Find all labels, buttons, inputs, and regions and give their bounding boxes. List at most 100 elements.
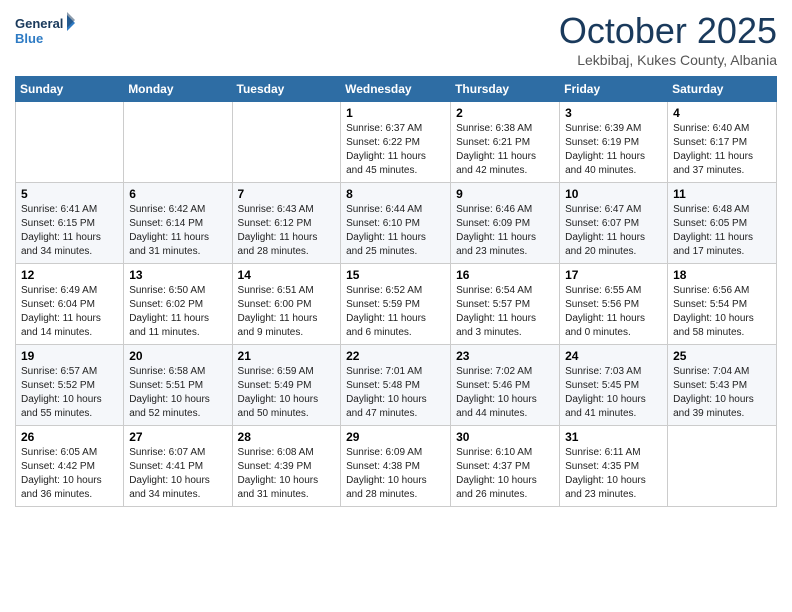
day-number: 27: [129, 430, 226, 444]
day-number: 25: [673, 349, 771, 363]
col-wednesday: Wednesday: [341, 77, 451, 102]
day-number: 20: [129, 349, 226, 363]
day-info: Sunrise: 6:08 AM Sunset: 4:39 PM Dayligh…: [238, 446, 336, 502]
day-number: 5: [21, 187, 118, 201]
day-info: Sunrise: 6:05 AM Sunset: 4:42 PM Dayligh…: [21, 446, 118, 502]
day-number: 3: [565, 106, 662, 120]
day-number: 16: [456, 268, 554, 282]
calendar-week-row: 26 Sunrise: 6:05 AM Sunset: 4:42 PM Dayli…: [16, 426, 777, 507]
calendar-cell: 3 Sunrise: 6:39 AM Sunset: 6:19 PM Daylig…: [560, 102, 668, 183]
day-number: 11: [673, 187, 771, 201]
day-info: Sunrise: 6:44 AM Sunset: 6:10 PM Dayligh…: [346, 203, 445, 259]
day-number: 9: [456, 187, 554, 201]
day-info: Sunrise: 6:54 AM Sunset: 5:57 PM Dayligh…: [456, 284, 554, 340]
day-info: Sunrise: 6:42 AM Sunset: 6:14 PM Dayligh…: [129, 203, 226, 259]
day-info: Sunrise: 6:57 AM Sunset: 5:52 PM Dayligh…: [21, 365, 118, 421]
day-number: 28: [238, 430, 336, 444]
day-number: 1: [346, 106, 445, 120]
day-number: 17: [565, 268, 662, 282]
title-block: October 2025 Lekbibaj, Kukes County, Alb…: [559, 10, 777, 68]
svg-text:Blue: Blue: [15, 31, 43, 46]
calendar-week-row: 19 Sunrise: 6:57 AM Sunset: 5:52 PM Dayli…: [16, 345, 777, 426]
day-number: 19: [21, 349, 118, 363]
calendar-cell: 16 Sunrise: 6:54 AM Sunset: 5:57 PM Dayli…: [451, 264, 560, 345]
calendar-cell: 17 Sunrise: 6:55 AM Sunset: 5:56 PM Dayli…: [560, 264, 668, 345]
calendar-cell: 10 Sunrise: 6:47 AM Sunset: 6:07 PM Dayli…: [560, 183, 668, 264]
calendar-week-row: 5Sunrise: 6:41 AM Sunset: 6:15 PM Daylig…: [16, 183, 777, 264]
day-info: Sunrise: 7:04 AM Sunset: 5:43 PM Dayligh…: [673, 365, 771, 421]
calendar-cell: 4 Sunrise: 6:40 AM Sunset: 6:17 PM Daylig…: [668, 102, 777, 183]
day-number: 13: [129, 268, 226, 282]
calendar-cell: 23Sunrise: 7:02 AM Sunset: 5:46 PM Dayli…: [451, 345, 560, 426]
calendar-cell: 25 Sunrise: 7:04 AM Sunset: 5:43 PM Dayli…: [668, 345, 777, 426]
calendar-cell: 13Sunrise: 6:50 AM Sunset: 6:02 PM Dayli…: [124, 264, 232, 345]
logo-svg: General Blue: [15, 10, 75, 50]
day-number: 7: [238, 187, 336, 201]
day-info: Sunrise: 6:38 AM Sunset: 6:21 PM Dayligh…: [456, 122, 554, 178]
day-number: 6: [129, 187, 226, 201]
page-container: General Blue October 2025 Lekbibaj, Kuke…: [0, 0, 792, 517]
day-number: 10: [565, 187, 662, 201]
calendar-cell: 9 Sunrise: 6:46 AM Sunset: 6:09 PM Daylig…: [451, 183, 560, 264]
calendar-cell: 30 Sunrise: 6:10 AM Sunset: 4:37 PM Dayli…: [451, 426, 560, 507]
day-info: Sunrise: 6:07 AM Sunset: 4:41 PM Dayligh…: [129, 446, 226, 502]
calendar-cell: 7 Sunrise: 6:43 AM Sunset: 6:12 PM Daylig…: [232, 183, 341, 264]
calendar-cell: 5Sunrise: 6:41 AM Sunset: 6:15 PM Daylig…: [16, 183, 124, 264]
calendar-cell: 26 Sunrise: 6:05 AM Sunset: 4:42 PM Dayli…: [16, 426, 124, 507]
day-info: Sunrise: 6:52 AM Sunset: 5:59 PM Dayligh…: [346, 284, 445, 340]
day-info: Sunrise: 6:43 AM Sunset: 6:12 PM Dayligh…: [238, 203, 336, 259]
calendar-header-row: Sunday Monday Tuesday Wednesday Thursday…: [16, 77, 777, 102]
day-number: 30: [456, 430, 554, 444]
calendar-cell: [668, 426, 777, 507]
calendar-cell: 21 Sunrise: 6:59 AM Sunset: 5:49 PM Dayli…: [232, 345, 341, 426]
col-thursday: Thursday: [451, 77, 560, 102]
day-info: Sunrise: 6:40 AM Sunset: 6:17 PM Dayligh…: [673, 122, 771, 178]
day-info: Sunrise: 6:56 AM Sunset: 5:54 PM Dayligh…: [673, 284, 771, 340]
day-info: Sunrise: 6:37 AM Sunset: 6:22 PM Dayligh…: [346, 122, 445, 178]
day-info: Sunrise: 6:58 AM Sunset: 5:51 PM Dayligh…: [129, 365, 226, 421]
calendar-cell: 11 Sunrise: 6:48 AM Sunset: 6:05 PM Dayli…: [668, 183, 777, 264]
col-friday: Friday: [560, 77, 668, 102]
day-info: Sunrise: 6:49 AM Sunset: 6:04 PM Dayligh…: [21, 284, 118, 340]
day-info: Sunrise: 6:10 AM Sunset: 4:37 PM Dayligh…: [456, 446, 554, 502]
day-info: Sunrise: 6:48 AM Sunset: 6:05 PM Dayligh…: [673, 203, 771, 259]
calendar-cell: [232, 102, 341, 183]
col-monday: Monday: [124, 77, 232, 102]
calendar-cell: [124, 102, 232, 183]
col-tuesday: Tuesday: [232, 77, 341, 102]
day-number: 2: [456, 106, 554, 120]
day-number: 24: [565, 349, 662, 363]
day-info: Sunrise: 7:01 AM Sunset: 5:48 PM Dayligh…: [346, 365, 445, 421]
calendar-cell: 22 Sunrise: 7:01 AM Sunset: 5:48 PM Dayli…: [341, 345, 451, 426]
calendar-cell: 31Sunrise: 6:11 AM Sunset: 4:35 PM Dayli…: [560, 426, 668, 507]
calendar-table: Sunday Monday Tuesday Wednesday Thursday…: [15, 76, 777, 507]
calendar-cell: 29 Sunrise: 6:09 AM Sunset: 4:38 PM Dayli…: [341, 426, 451, 507]
day-number: 31: [565, 430, 662, 444]
day-info: Sunrise: 6:55 AM Sunset: 5:56 PM Dayligh…: [565, 284, 662, 340]
calendar-cell: 24 Sunrise: 7:03 AM Sunset: 5:45 PM Dayli…: [560, 345, 668, 426]
calendar-cell: 20 Sunrise: 6:58 AM Sunset: 5:51 PM Dayli…: [124, 345, 232, 426]
day-info: Sunrise: 6:46 AM Sunset: 6:09 PM Dayligh…: [456, 203, 554, 259]
day-number: 15: [346, 268, 445, 282]
day-info: Sunrise: 6:09 AM Sunset: 4:38 PM Dayligh…: [346, 446, 445, 502]
day-info: Sunrise: 7:03 AM Sunset: 5:45 PM Dayligh…: [565, 365, 662, 421]
day-info: Sunrise: 6:47 AM Sunset: 6:07 PM Dayligh…: [565, 203, 662, 259]
day-number: 8: [346, 187, 445, 201]
month-title: October 2025: [559, 10, 777, 52]
calendar-cell: 19 Sunrise: 6:57 AM Sunset: 5:52 PM Dayli…: [16, 345, 124, 426]
day-number: 14: [238, 268, 336, 282]
day-info: Sunrise: 6:39 AM Sunset: 6:19 PM Dayligh…: [565, 122, 662, 178]
day-number: 23: [456, 349, 554, 363]
day-info: Sunrise: 6:51 AM Sunset: 6:00 PM Dayligh…: [238, 284, 336, 340]
calendar-cell: 2 Sunrise: 6:38 AM Sunset: 6:21 PM Daylig…: [451, 102, 560, 183]
day-info: Sunrise: 6:59 AM Sunset: 5:49 PM Dayligh…: [238, 365, 336, 421]
day-number: 22: [346, 349, 445, 363]
day-number: 18: [673, 268, 771, 282]
calendar-week-row: 1 Sunrise: 6:37 AM Sunset: 6:22 PM Daylig…: [16, 102, 777, 183]
day-number: 26: [21, 430, 118, 444]
day-number: 4: [673, 106, 771, 120]
header: General Blue October 2025 Lekbibaj, Kuke…: [15, 10, 777, 68]
day-number: 21: [238, 349, 336, 363]
calendar-cell: 28 Sunrise: 6:08 AM Sunset: 4:39 PM Dayli…: [232, 426, 341, 507]
day-number: 29: [346, 430, 445, 444]
